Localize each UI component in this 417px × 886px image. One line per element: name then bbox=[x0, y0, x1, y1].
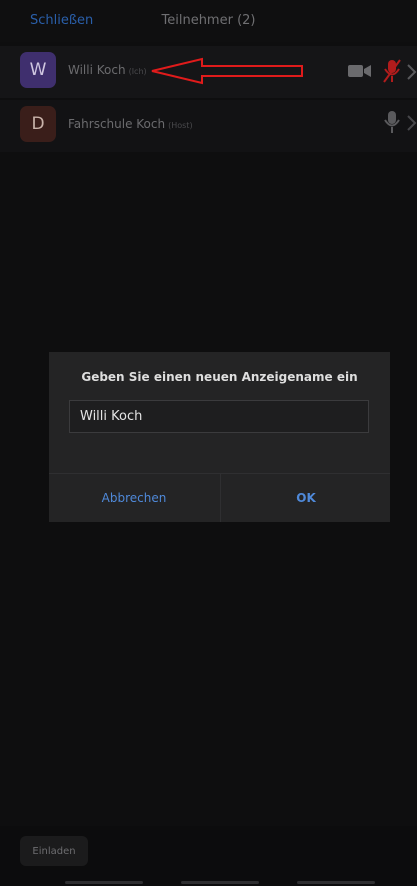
bottom-bar: Einladen bbox=[0, 826, 417, 886]
mic-off-icon[interactable] bbox=[382, 58, 402, 84]
participant-name: Willi Koch (Ich) bbox=[68, 63, 147, 77]
cancel-button[interactable]: Abbrechen bbox=[49, 474, 219, 522]
annotation-arrow bbox=[151, 57, 303, 85]
participant-name: Fahrschule Koch (Host) bbox=[68, 117, 193, 131]
dialog-title: Geben Sie einen neuen Anzeigename ein bbox=[81, 370, 358, 384]
mic-icon[interactable] bbox=[384, 110, 400, 134]
avatar: D bbox=[20, 106, 56, 142]
more-icon[interactable] bbox=[406, 114, 417, 132]
more-icon[interactable] bbox=[406, 63, 417, 81]
ok-button[interactable]: OK bbox=[221, 474, 391, 522]
participant-name-text: Fahrschule Koch bbox=[68, 117, 166, 131]
video-camera-icon[interactable] bbox=[348, 64, 372, 78]
invite-button[interactable]: Einladen bbox=[20, 836, 88, 866]
nav-indicator bbox=[65, 881, 143, 884]
header-bar: Schließen Teilnehmer (2) bbox=[0, 0, 417, 42]
avatar: W bbox=[20, 52, 56, 88]
nav-indicator bbox=[181, 881, 259, 884]
participant-name-text: Willi Koch bbox=[68, 63, 126, 77]
rename-dialog: Geben Sie einen neuen Anzeigename ein Ab… bbox=[49, 352, 390, 522]
page-title: Teilnehmer (2) bbox=[161, 13, 256, 28]
participants-screen: Schließen Teilnehmer (2) W Willi Koch (Ic… bbox=[0, 0, 417, 886]
participant-tag: (Ich) bbox=[128, 67, 147, 76]
participant-row-host[interactable]: D Fahrschule Koch (Host) bbox=[0, 100, 417, 152]
display-name-input[interactable] bbox=[69, 400, 369, 433]
nav-indicator bbox=[297, 881, 375, 884]
participant-tag: (Host) bbox=[168, 121, 193, 130]
